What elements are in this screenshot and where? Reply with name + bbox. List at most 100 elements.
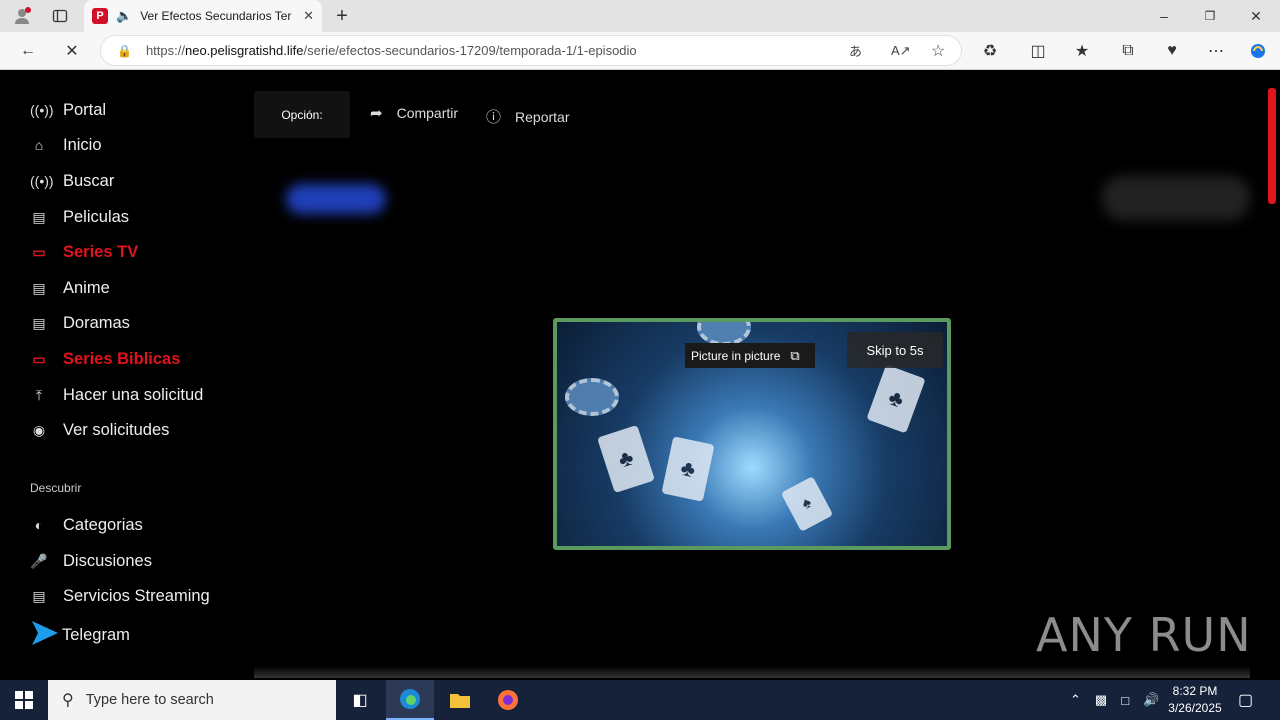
- back-icon[interactable]: ←: [10, 32, 46, 70]
- clock-date: 3/26/2025: [1168, 701, 1222, 715]
- show-hidden-icons-icon[interactable]: ⌃: [1070, 692, 1081, 708]
- translate-icon[interactable]: あ: [849, 41, 862, 60]
- eye-icon: ◉: [32, 421, 46, 438]
- sidebar-item-label: Hacer una solicitud: [63, 385, 204, 404]
- notifications-icon[interactable]: ▢: [1238, 680, 1253, 720]
- profile-icon[interactable]: [8, 0, 36, 32]
- windows-start-icon[interactable]: [0, 680, 48, 720]
- restore-icon[interactable]: ❐: [1196, 0, 1224, 32]
- tv-icon: ▭: [32, 350, 46, 367]
- pip-label: Picture in picture: [691, 348, 781, 363]
- sidebar-item-anime[interactable]: ▤ Anime: [30, 274, 109, 302]
- sidebar-item-hacer-solicitud[interactable]: ⤒ Hacer una solicitud: [30, 381, 203, 409]
- minimize-icon[interactable]: –: [1150, 0, 1178, 32]
- telegram-icon: [30, 618, 60, 653]
- half-circle-icon: ◐: [34, 517, 44, 533]
- file-explorer-icon[interactable]: [436, 680, 484, 720]
- sidebar-item-categorias[interactable]: ◐ Categorias: [30, 511, 143, 539]
- sidebar-item-discusiones[interactable]: 🎤 Discusiones: [30, 547, 152, 575]
- sidebar-item-label: Buscar: [63, 171, 115, 190]
- film-icon: ▤: [32, 208, 46, 225]
- read-aloud-icon[interactable]: A↗: [891, 43, 911, 59]
- sidebar-item-series-tv[interactable]: ▭ Series TV: [30, 238, 138, 266]
- broadcast-icon: ((•)): [30, 173, 54, 189]
- url-host: neo.pelisgratishd.life: [184, 43, 304, 58]
- film-icon: ▤: [32, 314, 46, 331]
- url-field[interactable]: 🔒 https://neo.pelisgratishd.life/serie/e…: [100, 35, 962, 66]
- tab-actions-icon[interactable]: [46, 0, 74, 32]
- playing-card-image: ♠: [780, 476, 834, 532]
- poker-chip-image: [697, 322, 751, 346]
- film-icon: ▤: [32, 279, 46, 296]
- extensions-icon[interactable]: ♻: [972, 32, 1008, 70]
- sidebar-item-label: Categorias: [63, 515, 143, 534]
- network-icon[interactable]: □: [1121, 693, 1129, 708]
- web-page: ((•)) Portal ⌂ Inicio ((•)) Buscar ▤ Pelicul…: [4, 70, 1276, 678]
- sidebar-item-telegram[interactable]: Telegram: [30, 620, 130, 649]
- sidebar-item-label: Servicios Streaming: [63, 586, 210, 605]
- system-tray: ⌃ ▩ □ 🔊: [1070, 680, 1159, 720]
- section-label-descubrir: Descubrir: [30, 481, 82, 495]
- report-icon: ⓘ: [486, 109, 502, 126]
- sidebar-item-label: Doramas: [63, 313, 130, 332]
- sidebar-item-peliculas[interactable]: ▤ Peliculas: [30, 203, 129, 231]
- sidebar-item-series-biblicas[interactable]: ▭ Series Biblicas: [30, 345, 180, 373]
- taskbar-search-placeholder: Type here to search: [85, 692, 214, 708]
- device-icon[interactable]: ▩: [1095, 692, 1107, 708]
- picture-in-picture-button[interactable]: Picture in picture ⧉: [685, 343, 815, 368]
- picture-in-picture-icon: ⧉: [790, 347, 800, 363]
- anyrun-watermark: ANY RUN: [1036, 608, 1252, 662]
- search-icon: ⚲: [62, 692, 74, 709]
- copilot-icon[interactable]: [1240, 32, 1276, 70]
- favorites-icon[interactable]: ★: [1064, 32, 1100, 70]
- blurred-button-left: [286, 184, 386, 214]
- report-button[interactable]: ⓘ Reportar: [486, 106, 569, 127]
- playing-card-image: ♣: [866, 364, 926, 434]
- edge-taskbar-icon[interactable]: [386, 680, 434, 720]
- browser-essentials-icon[interactable]: ♥: [1154, 32, 1190, 70]
- share-button[interactable]: ➦ Compartir: [370, 104, 458, 122]
- share-icon: ➦: [370, 105, 383, 122]
- split-screen-icon[interactable]: ◫: [1020, 32, 1056, 70]
- sidebar-item-buscar[interactable]: ((•)) Buscar: [30, 167, 114, 195]
- sidebar-item-inicio[interactable]: ⌂ Inicio: [30, 131, 102, 159]
- sidebar-item-label: Telegram: [62, 625, 130, 644]
- tab-title: Ver Efectos Secundarios Ter: [140, 9, 292, 23]
- site-favicon-icon: P: [92, 8, 108, 24]
- volume-icon[interactable]: 🔊: [1143, 692, 1159, 708]
- stop-loading-icon[interactable]: ✕: [54, 32, 90, 70]
- audio-playing-icon[interactable]: 🔈: [116, 8, 132, 24]
- sidebar-item-label: Portal: [63, 100, 107, 119]
- sidebar-item-label: Ver solicitudes: [63, 420, 170, 439]
- collections-icon[interactable]: ⧉: [1110, 32, 1146, 70]
- taskbar-clock[interactable]: 8:32 PM 3/26/2025: [1160, 683, 1230, 717]
- page-scrollbar-thumb[interactable]: [1268, 88, 1276, 204]
- main-content: Opción: ➦ Compartir ⓘ Reportar ♣ ♣ ♣ ♠ P…: [254, 70, 1266, 678]
- microphone-icon: 🎤: [30, 552, 48, 569]
- sidebar-item-ver-solicitudes[interactable]: ◉ Ver solicitudes: [30, 416, 170, 444]
- skip-ad-button[interactable]: Skip to 5s: [847, 332, 943, 368]
- sidebar-item-label: Discusiones: [63, 551, 152, 570]
- favorite-star-icon[interactable]: ☆: [931, 41, 945, 61]
- sidebar-item-label: Series Biblicas: [63, 349, 181, 368]
- url-scheme: https://: [145, 43, 185, 58]
- windows-taskbar: ⚲ Type here to search ◧ ⌃ ▩ □ 🔊 8:32 PM …: [0, 680, 1280, 720]
- sidebar-item-label: Peliculas: [63, 207, 130, 226]
- lock-icon[interactable]: 🔒: [117, 44, 132, 58]
- settings-more-icon[interactable]: ⋯: [1198, 32, 1234, 70]
- sidebar-item-portal[interactable]: ((•)) Portal: [30, 96, 106, 124]
- task-view-icon[interactable]: ◧: [336, 680, 384, 720]
- tv-icon: ▭: [32, 243, 46, 260]
- sidebar-item-servicios-streaming[interactable]: ▤ Servicios Streaming: [30, 582, 210, 610]
- tab-active[interactable]: P 🔈 Ver Efectos Secundarios Ter ✕: [84, 0, 322, 32]
- firefox-icon[interactable]: [484, 680, 532, 720]
- sidebar-item-label: Series TV: [63, 242, 139, 261]
- close-window-icon[interactable]: ✕: [1242, 0, 1270, 32]
- sidebar-item-doramas[interactable]: ▤ Doramas: [30, 309, 130, 337]
- taskbar-search-box[interactable]: ⚲ Type here to search: [48, 680, 336, 720]
- close-tab-icon[interactable]: ✕: [303, 8, 314, 24]
- new-tab-icon[interactable]: +: [330, 0, 354, 32]
- video-player[interactable]: ♣ ♣ ♣ ♠ Picture in picture ⧉ Skip to 5s: [553, 318, 951, 550]
- broadcast-icon: ((•)): [30, 102, 54, 118]
- option-selector[interactable]: Opción:: [254, 91, 350, 138]
